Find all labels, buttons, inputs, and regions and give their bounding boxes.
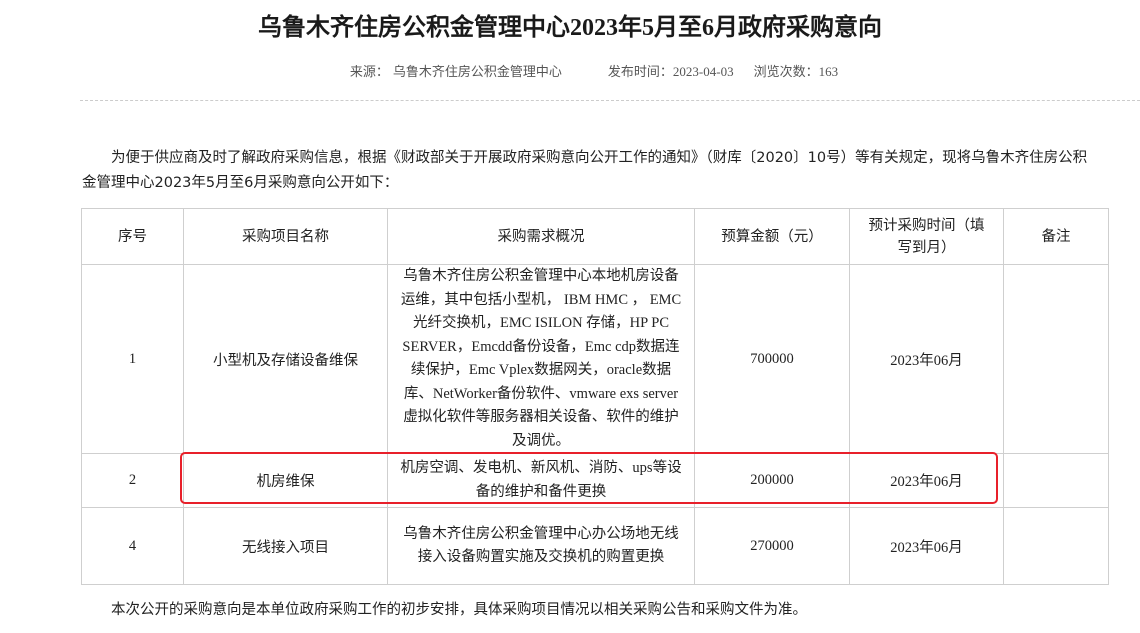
header-time: 预计采购时间（填写到月） — [849, 208, 1004, 265]
row-name: 无线接入项目 — [183, 507, 388, 585]
views-info: 浏览次数：163 — [754, 64, 839, 79]
row-note — [1003, 264, 1109, 454]
row-time: 2023年06月 — [849, 507, 1004, 585]
publish-label: 发布时间： — [607, 64, 673, 79]
row-budget: 700000 — [694, 264, 850, 454]
row-name: 小型机及存储设备维保 — [183, 264, 388, 454]
table-row: 2 机房维保 机房空调、发电机、新风机、消防、ups等设备的维护和备件更换 20… — [81, 453, 1109, 508]
row-no: 2 — [81, 453, 184, 508]
row-time: 2023年06月 — [849, 453, 1004, 508]
views-label: 浏览次数： — [753, 64, 819, 79]
row-budget: 270000 — [694, 507, 850, 585]
row-time: 2023年06月 — [849, 264, 1004, 454]
source-value: 乌鲁木齐住房公积金管理中心 — [392, 64, 562, 79]
row-desc: 乌鲁木齐住房公积金管理中心本地机房设备运维，其中包括小型机， IBM HMC ，… — [400, 268, 682, 449]
procurement-table: 序号 采购项目名称 采购需求概况 预算金额（元） 预计采购时间（填写到月） 备注… — [81, 208, 1109, 585]
row-no: 4 — [81, 507, 184, 585]
source-label: 来源： — [349, 64, 389, 79]
table-header-row: 序号 采购项目名称 采购需求概况 预算金额（元） 预计采购时间（填写到月） 备注 — [81, 208, 1109, 265]
header-name: 采购项目名称 — [183, 208, 388, 265]
header-time-label: 预计采购时间（填写到月） — [868, 217, 985, 256]
header-no: 序号 — [81, 208, 184, 265]
table-row: 1 小型机及存储设备维保 乌鲁木齐住房公积金管理中心本地机房设备运维，其中包括小… — [81, 264, 1109, 454]
source-info: 来源： 乌鲁木齐住房公积金管理中心 — [350, 64, 562, 79]
publish-info: 发布时间：2023-04-03 — [608, 64, 734, 79]
header-note: 备注 — [1003, 208, 1109, 265]
publish-value: 2023-04-03 — [672, 64, 734, 79]
table-row: 4 无线接入项目 乌鲁木齐住房公积金管理中心办公场地无线接入设备购置实施及交换机… — [81, 507, 1109, 585]
row-desc-cell: 乌鲁木齐住房公积金管理中心办公场地无线接入设备购置实施及交换机的购置更换 — [387, 507, 695, 585]
row-note — [1003, 453, 1109, 508]
row-desc: 机房空调、发电机、新风机、消防、ups等设备的维护和备件更换 — [400, 460, 682, 500]
row-name: 机房维保 — [183, 453, 388, 508]
row-desc-cell: 机房空调、发电机、新风机、消防、ups等设备的维护和备件更换 — [387, 453, 695, 508]
header-desc: 采购需求概况 — [387, 208, 695, 265]
row-desc-cell: 乌鲁木齐住房公积金管理中心本地机房设备运维，其中包括小型机， IBM HMC ，… — [387, 264, 695, 454]
row-budget: 200000 — [694, 453, 850, 508]
page-title: 乌鲁木齐住房公积金管理中心2023年5月至6月政府采购意向 — [258, 15, 882, 41]
header-budget: 预算金额（元） — [694, 208, 850, 265]
intro-paragraph: 为便于供应商及时了解政府采购信息，根据《财政部关于开展政府采购意向公开工作的通知… — [82, 150, 1088, 191]
article-meta: 来源： 乌鲁木齐住房公积金管理中心 发布时间：2023-04-03 浏览次数：163 — [0, 60, 1140, 84]
row-no: 1 — [81, 264, 184, 454]
footer-paragraph: 本次公开的采购意向是本单位政府采购工作的初步安排，具体采购项目情况以相关采购公告… — [111, 602, 807, 618]
views-value: 163 — [818, 64, 839, 79]
row-note — [1003, 507, 1109, 585]
row-desc: 乌鲁木齐住房公积金管理中心办公场地无线接入设备购置实施及交换机的购置更换 — [403, 525, 679, 566]
title-divider — [80, 100, 1140, 101]
